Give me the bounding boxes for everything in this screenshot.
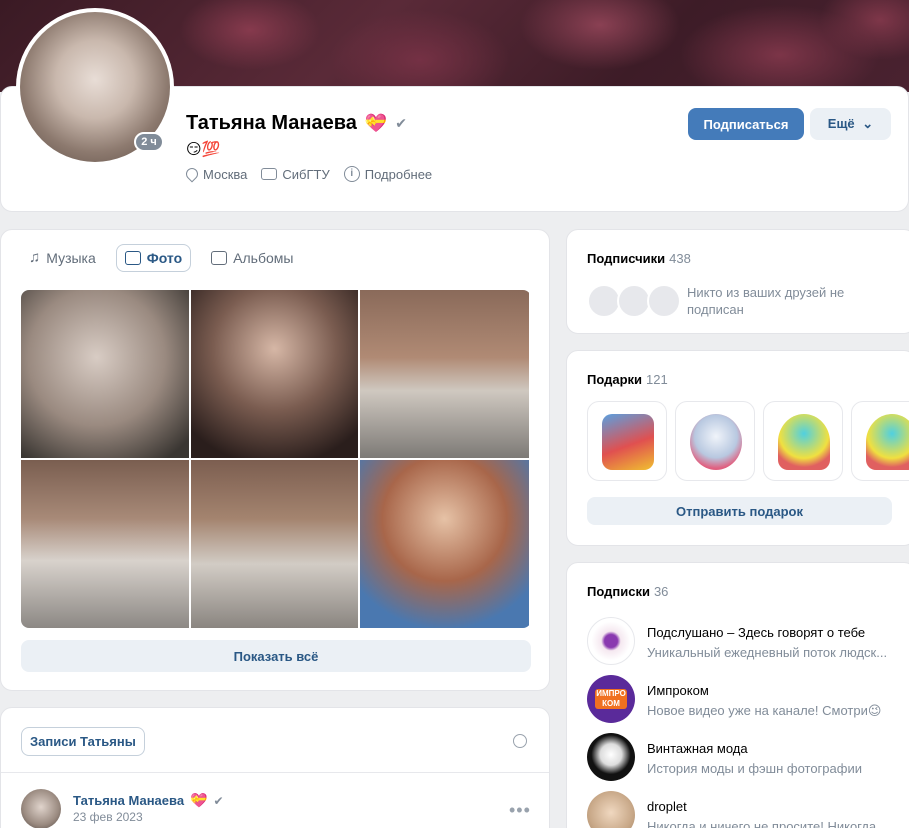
subscriptions-count: 36 [653,584,669,599]
gifts-count: 121 [646,372,668,387]
heart-gift-icon: 💝 [190,792,208,808]
tab-photos-label: Фото [146,250,183,266]
photo-thumbnail[interactable] [191,290,358,458]
post-author-name: Татьяна Манаева [73,793,185,808]
photo-thumbnail[interactable] [21,460,189,628]
community-avatar [587,733,635,781]
gift-bunny-icon [690,414,742,470]
community-avatar: ИМПРО КОМ [587,675,635,723]
tab-photos[interactable]: Фото [115,244,192,272]
briefcase-icon [261,168,278,180]
city-info[interactable]: Москва [183,165,248,183]
avatar-placeholder [647,284,681,318]
photo-thumbnail[interactable] [360,290,529,458]
show-all-photos-button[interactable]: Показать всё [21,640,531,672]
community-name: droplet [647,799,687,814]
community-name: Импроком [647,683,709,698]
tab-albums-label: Альбомы [233,250,294,266]
post-author[interactable]: Татьяна Манаева 💝 ✔ [73,792,224,809]
subscribers-card: Подписчики 438 Никто из ваших друзей не п… [566,229,909,334]
location-pin-icon [183,165,201,183]
more-info-link[interactable]: i Подробнее [343,166,433,182]
music-icon: ♫ [29,249,41,266]
more-actions-button[interactable]: Ещё ⌄ [810,108,891,140]
university-info[interactable]: СибГТУ [261,166,330,182]
verified-check-icon: ✔ [213,793,224,808]
tab-albums[interactable]: Альбомы [203,244,301,272]
university-label: СибГТУ [282,166,330,182]
gifts-card: Подарки 121 Отправить подарок [566,350,909,546]
info-icon: i [343,166,360,182]
community-avatar [587,617,635,665]
avatar-placeholder [617,284,651,318]
post-more-icon[interactable]: ••• [509,800,531,821]
community-description: Новое видео уже на канале! Смотри😉 [647,703,882,718]
photo-thumbnail[interactable] [21,290,189,458]
gift-item[interactable] [851,401,909,481]
community-logo: ИМПРО КОМ [595,689,627,709]
community-description: История моды и фэшн фотографии [647,761,862,776]
send-gift-button[interactable]: Отправить подарок [587,497,892,525]
profile-info-row: Москва СибГТУ i Подробнее [183,165,433,183]
community-name: Подслушано – Здесь говорят о тебе [647,625,866,640]
no-friends-text: Никто из ваших друзей не подписан [687,285,845,317]
photo-icon [124,251,141,265]
gift-item[interactable] [675,401,755,481]
friend-avatars [587,284,681,318]
community-avatar [587,791,635,828]
city-label: Москва [203,166,248,182]
avatar-placeholder [587,284,621,318]
divider [1,772,549,773]
media-tabs: ♫ Музыка Фото Альбомы [21,244,301,272]
posts-tab[interactable]: Записи Татьяны [21,727,145,756]
gift-box-icon [602,414,654,470]
photo-thumbnail[interactable] [360,460,529,628]
photo-thumbnail[interactable] [191,460,358,628]
subscriptions-title-label: Подписки [587,584,650,599]
community-description: Никогда и ничего не просите! Никогда... [647,819,887,828]
post-author-avatar[interactable] [21,789,61,828]
subscriptions-title[interactable]: Подписки 36 [587,584,668,599]
gift-item[interactable] [587,401,667,481]
heart-gift-icon[interactable]: 💝 [365,113,387,134]
chevron-down-icon: ⌄ [862,116,874,131]
subscribe-button[interactable]: Подписаться [688,108,804,140]
media-card: ♫ Музыка Фото Альбомы Показать всё [0,229,550,691]
community-name: Винтажная мода [647,741,748,756]
subscribers-title[interactable]: Подписчики 438 [587,251,691,266]
photo-grid [21,290,531,628]
gifts-title-label: Подарки [587,372,643,387]
subscribers-count: 438 [669,251,691,266]
gifts-title[interactable]: Подарки 121 [587,372,668,387]
profile-status: 😏💯 [186,141,221,158]
name-row: Татьяна Манаева 💝 ✔ [186,112,407,135]
tab-music[interactable]: ♫ Музыка [21,244,104,272]
profile-name: Татьяна Манаева [186,112,357,134]
online-badge: 2 ч [134,132,164,152]
post-date[interactable]: 23 фев 2023 [73,810,143,824]
more-actions-label: Ещё [827,116,855,131]
gift-item[interactable] [763,401,843,481]
albums-icon [211,251,228,265]
community-description: Уникальный ежедневный поток людск... [647,645,888,660]
search-icon[interactable] [513,734,527,748]
subscriptions-card: Подписки 36 Подслушано – Здесь говорят о … [566,562,909,828]
verified-check-icon: ✔ [395,115,408,131]
posts-card: Записи Татьяны Татьяна Манаева 💝 ✔ 23 фе… [0,707,550,828]
more-info-label: Подробнее [364,166,433,182]
subscribers-title-label: Подписчики [587,251,666,266]
gift-dragon-icon [866,414,909,470]
tab-music-label: Музыка [46,250,96,266]
gift-list [587,401,909,481]
gift-dragon-icon [778,414,830,470]
